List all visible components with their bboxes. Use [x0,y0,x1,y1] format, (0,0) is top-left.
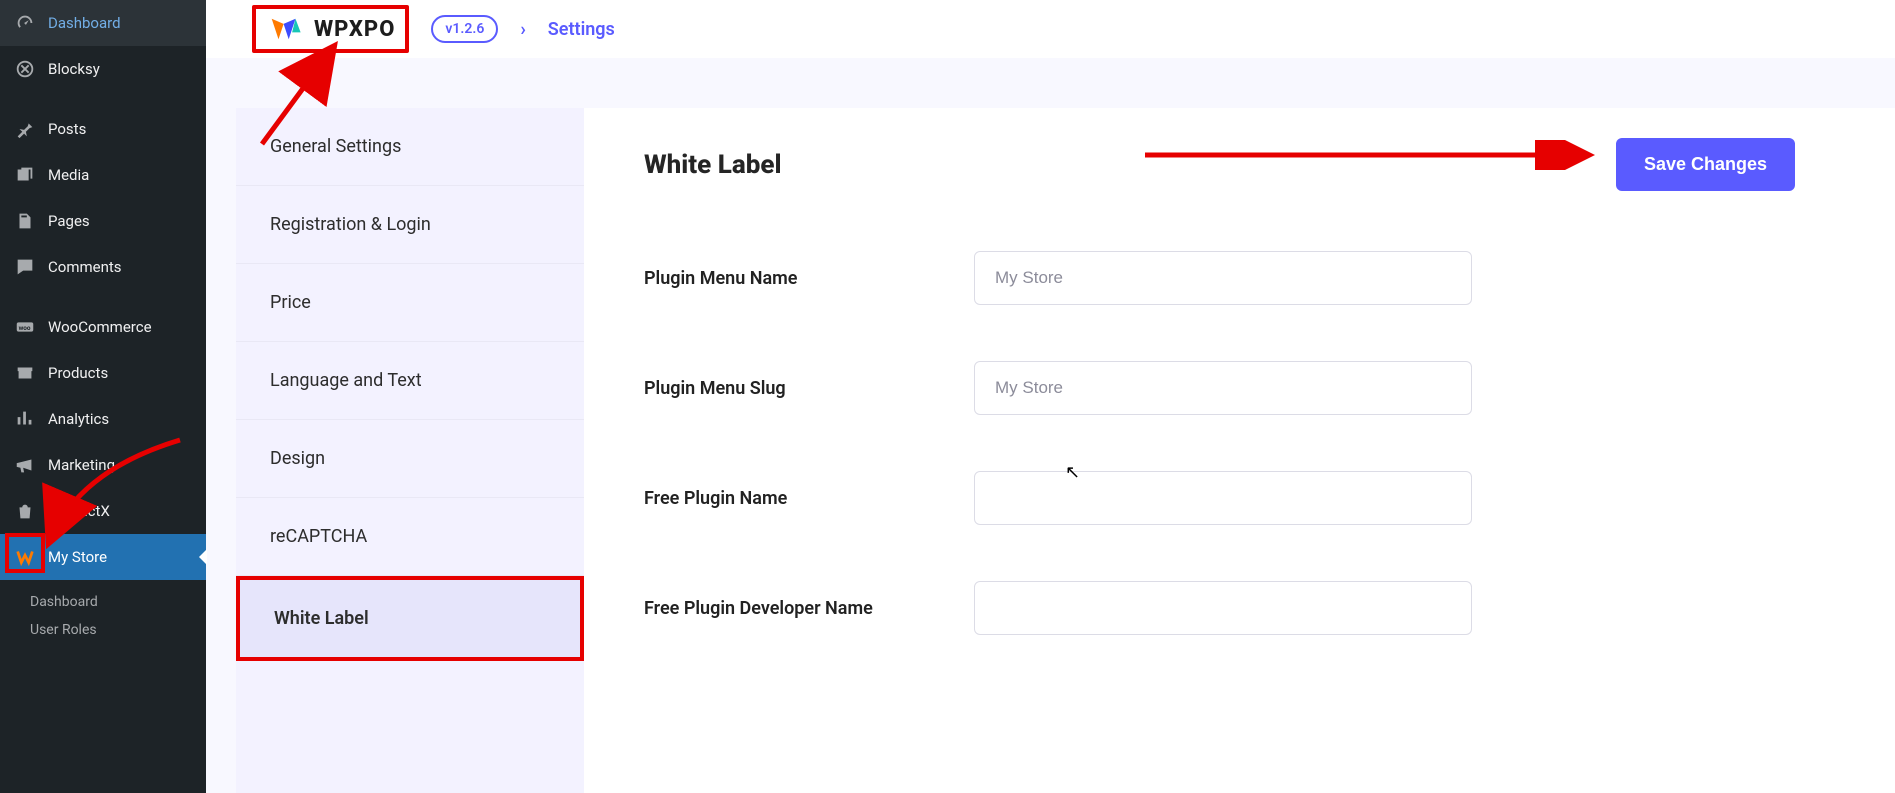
brand-logo-box: WPXPO [252,5,409,53]
circle-logo-icon [14,58,36,80]
sidebar-item-products[interactable]: Products [0,350,206,396]
sidebar-item-label: Comments [48,258,122,276]
main-content: WPXPO v1.2.6 › Settings General Settings… [206,0,1895,793]
sidebar-item-woocommerce[interactable]: woo WooCommerce [0,304,206,350]
label-plugin-menu-slug: Plugin Menu Slug [644,378,934,399]
panel-header: White Label Save Changes [644,138,1835,191]
comment-icon [14,256,36,278]
tab-price[interactable]: Price [236,264,584,342]
sidebar-item-posts[interactable]: Posts [0,106,206,152]
brand-text: WPXPO [314,17,395,42]
sidebar-sub-dashboard[interactable]: Dashboard [16,588,206,616]
tab-general-settings[interactable]: General Settings [236,108,584,186]
media-icon [14,164,36,186]
field-plugin-menu-name: Plugin Menu Name [644,251,1835,305]
tab-language-text[interactable]: Language and Text [236,342,584,420]
bars-icon [14,408,36,430]
sidebar-item-label: WooCommerce [48,318,152,336]
sidebar-item-label: Pages [48,212,90,230]
settings-panel: White Label Save Changes Plugin Menu Nam… [584,108,1895,793]
settings-tabs: General Settings Registration & Login Pr… [236,108,584,793]
field-plugin-menu-slug: Plugin Menu Slug [644,361,1835,415]
sidebar-item-my-store[interactable]: My Store [0,534,206,580]
input-plugin-menu-name[interactable] [974,251,1472,305]
chevron-right-icon: › [520,19,525,40]
sidebar-item-label: ProductX [48,502,110,520]
version-badge: v1.2.6 [431,15,498,43]
breadcrumb-settings[interactable]: Settings [548,19,615,40]
sidebar-submenu: Dashboard User Roles [0,580,206,652]
input-plugin-menu-slug[interactable] [974,361,1472,415]
sidebar-item-productx[interactable]: ProductX [0,488,206,534]
sidebar-item-label: Blocksy [48,60,100,78]
svg-text:woo: woo [19,324,31,332]
sidebar-item-marketing[interactable]: Marketing [0,442,206,488]
topbar: WPXPO v1.2.6 › Settings [206,0,1895,58]
label-free-plugin-dev-name: Free Plugin Developer Name [644,598,934,619]
sidebar-item-label: Dashboard [48,14,121,32]
sidebar-item-pages[interactable]: Pages [0,198,206,244]
wp-admin-sidebar: Dashboard Blocksy Posts Media Pages Comm… [0,0,206,793]
woo-icon: woo [14,316,36,338]
pages-icon [14,210,36,232]
sidebar-item-label: Marketing [48,456,115,474]
label-free-plugin-name: Free Plugin Name [644,488,934,509]
sidebar-item-label: Analytics [48,410,109,428]
pin-icon [14,118,36,140]
tab-recaptcha[interactable]: reCAPTCHA [236,498,584,576]
input-free-plugin-dev-name[interactable] [974,581,1472,635]
save-changes-button[interactable]: Save Changes [1616,138,1795,191]
gauge-icon [14,12,36,34]
sidebar-item-label: My Store [48,548,107,566]
sidebar-sub-user-roles[interactable]: User Roles [16,616,206,644]
tab-registration-login[interactable]: Registration & Login [236,186,584,264]
archive-icon [14,362,36,384]
wpxpo-logo-icon [270,15,304,43]
megaphone-icon [14,454,36,476]
tab-design[interactable]: Design [236,420,584,498]
bag-icon [14,500,36,522]
sidebar-item-comments[interactable]: Comments [0,244,206,290]
settings-content: General Settings Registration & Login Pr… [206,58,1895,793]
sidebar-item-label: Products [48,364,108,382]
sidebar-item-dashboard[interactable]: Dashboard [0,0,206,46]
wpxpo-mini-icon [14,546,36,568]
field-free-plugin-name: Free Plugin Name [644,471,1835,525]
sidebar-item-label: Media [48,166,89,184]
sidebar-item-label: Posts [48,120,86,138]
input-free-plugin-name[interactable] [974,471,1472,525]
tab-white-label[interactable]: White Label [236,576,584,661]
panel-title: White Label [644,150,781,180]
field-free-plugin-dev-name: Free Plugin Developer Name [644,581,1835,635]
sidebar-item-blocksy[interactable]: Blocksy [0,46,206,92]
sidebar-item-analytics[interactable]: Analytics [0,396,206,442]
label-plugin-menu-name: Plugin Menu Name [644,268,934,289]
sidebar-item-media[interactable]: Media [0,152,206,198]
